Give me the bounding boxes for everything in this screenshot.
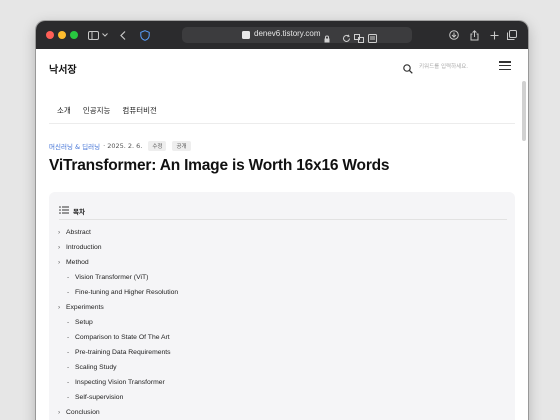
chevron-right-icon: › bbox=[58, 409, 61, 416]
post-meta: 머신러닝 & 딥러닝 · 2025. 2. 6. 수정 공개 bbox=[49, 141, 191, 151]
search-icon[interactable] bbox=[403, 61, 413, 79]
search-placeholder: 키워드를 입력하세요. bbox=[419, 64, 469, 70]
menu-icon[interactable] bbox=[499, 61, 511, 70]
dash-icon: - bbox=[67, 289, 70, 296]
new-tab-icon[interactable] bbox=[488, 27, 500, 43]
toc-item-label: Abstract bbox=[66, 229, 91, 236]
dash-icon: - bbox=[67, 274, 70, 281]
toc-item-label: Inspecting Vision Transformer bbox=[75, 379, 165, 386]
nav-item-ai[interactable]: 인공지능 bbox=[83, 105, 111, 116]
minimize-window-button[interactable] bbox=[58, 31, 66, 39]
nav-item-about[interactable]: 소개 bbox=[57, 105, 71, 116]
browser-toolbar: denev6.tistory.com bbox=[36, 21, 528, 49]
search-input[interactable]: 키워드를 입력하세요. bbox=[399, 58, 495, 74]
back-icon[interactable] bbox=[118, 27, 128, 43]
dash-icon: - bbox=[67, 379, 70, 386]
toc-item[interactable]: - Inspecting Vision Transformer bbox=[58, 375, 178, 390]
reload-icon[interactable] bbox=[342, 30, 351, 48]
post-title: ViTransformer: An Image is Worth 16x16 W… bbox=[49, 157, 390, 174]
toc-item[interactable]: - Scaling Study bbox=[58, 360, 178, 375]
dash-icon: - bbox=[67, 394, 70, 401]
toc-item[interactable]: › Conclusion bbox=[58, 405, 178, 420]
dash-icon: - bbox=[67, 319, 70, 326]
toc-item-label: Scaling Study bbox=[75, 364, 117, 371]
visibility-badge[interactable]: 공개 bbox=[172, 141, 191, 151]
toc-item-label: Method bbox=[66, 259, 89, 266]
toc-header: 목차 bbox=[59, 206, 85, 216]
chevron-right-icon: › bbox=[58, 304, 61, 311]
toc-item-label: Self-supervision bbox=[75, 394, 124, 401]
toc-item-label: Introduction bbox=[66, 244, 102, 251]
toc-item[interactable]: - Vision Transformer (ViT) bbox=[58, 270, 178, 285]
toc-divider bbox=[59, 219, 507, 220]
url-text: denev6.tistory.com bbox=[254, 29, 321, 38]
blog-title[interactable]: 낙서장 bbox=[49, 61, 77, 76]
privacy-shield-icon[interactable] bbox=[138, 27, 152, 43]
dash-icon: - bbox=[67, 364, 70, 371]
dash-icon: - bbox=[67, 349, 70, 356]
close-window-button[interactable] bbox=[46, 31, 54, 39]
toc-item[interactable]: - Pre-training Data Requirements bbox=[58, 345, 178, 360]
dash-icon: - bbox=[67, 334, 70, 341]
post-date: · 2025. 2. 6. bbox=[103, 142, 143, 150]
toc-item-label: Conclusion bbox=[66, 409, 100, 416]
nav-item-computer-vision[interactable]: 컴퓨터비전 bbox=[122, 105, 157, 116]
toc-item[interactable]: › Experiments bbox=[58, 300, 178, 315]
toc-item[interactable]: › Abstract bbox=[58, 225, 178, 240]
edit-button[interactable]: 수정 bbox=[148, 141, 167, 151]
chevron-right-icon: › bbox=[58, 229, 61, 236]
toc-item[interactable]: - Self-supervision bbox=[58, 390, 178, 405]
toc-item-label: Fine-tuning and Higher Resolution bbox=[75, 289, 179, 296]
chevron-right-icon: › bbox=[58, 259, 61, 266]
browser-window: denev6.tistory.com 낙서장 키워드를 입력하세요. 소개 인공… bbox=[36, 21, 528, 420]
page-scrollbar[interactable] bbox=[522, 81, 526, 141]
blog-nav: 소개 인공지능 컴퓨터비전 bbox=[57, 105, 157, 116]
toc-item-label: Experiments bbox=[66, 304, 104, 311]
toc-item-label: Setup bbox=[75, 319, 93, 326]
address-bar[interactable]: denev6.tistory.com bbox=[182, 27, 412, 43]
toc-item[interactable]: › Introduction bbox=[58, 240, 178, 255]
toc-item-label: Comparison to State Of The Art bbox=[75, 334, 170, 341]
toc-item[interactable]: - Comparison to State Of The Art bbox=[58, 330, 178, 345]
toc-title: 목차 bbox=[73, 208, 85, 216]
download-icon[interactable] bbox=[448, 27, 460, 43]
list-icon bbox=[59, 206, 69, 216]
chevron-right-icon: › bbox=[58, 244, 61, 251]
toc-item-label: Vision Transformer (ViT) bbox=[75, 274, 149, 281]
translate-icon[interactable] bbox=[354, 30, 364, 48]
share-icon[interactable] bbox=[468, 27, 480, 43]
post-category-link[interactable]: 머신러닝 & 딥러닝 bbox=[49, 141, 100, 151]
toc-item[interactable]: › Method bbox=[58, 255, 178, 270]
chevron-down-icon[interactable] bbox=[101, 27, 109, 43]
table-of-contents: 목차 › Abstract › Introduction › Method - Vision … bbox=[49, 192, 515, 420]
nav-divider bbox=[49, 123, 515, 124]
toc-item-label: Pre-training Data Requirements bbox=[75, 349, 171, 356]
tab-overview-icon[interactable] bbox=[506, 27, 518, 43]
sidebar-toggle-icon[interactable] bbox=[86, 27, 100, 43]
site-favicon-icon bbox=[242, 31, 250, 39]
toc-item[interactable]: - Fine-tuning and Higher Resolution bbox=[58, 285, 178, 300]
zoom-window-button[interactable] bbox=[70, 31, 78, 39]
toc-item[interactable]: - Setup bbox=[58, 315, 178, 330]
reader-icon[interactable] bbox=[368, 30, 377, 48]
toc-list: › Abstract › Introduction › Method - Vision Tra… bbox=[58, 225, 178, 420]
lock-icon bbox=[324, 30, 330, 48]
